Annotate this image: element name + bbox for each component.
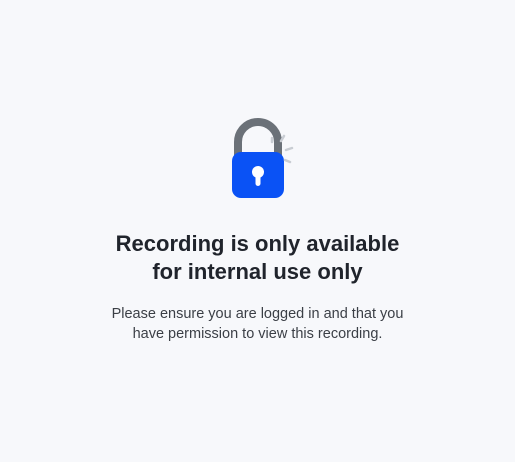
- title-line-1: Recording is only available: [115, 231, 400, 256]
- page-title: Recording is only available for internal…: [40, 230, 475, 286]
- access-denied-panel: Recording is only available for internal…: [0, 0, 515, 462]
- permission-message: Please ensure you are logged in and that…: [40, 304, 475, 344]
- body-line-2: have permission to view this recording.: [132, 326, 383, 342]
- body-line-1: Please ensure you are logged in and that…: [111, 306, 404, 322]
- title-line-2: for internal use only: [152, 259, 363, 284]
- padlock-icon: [226, 116, 306, 206]
